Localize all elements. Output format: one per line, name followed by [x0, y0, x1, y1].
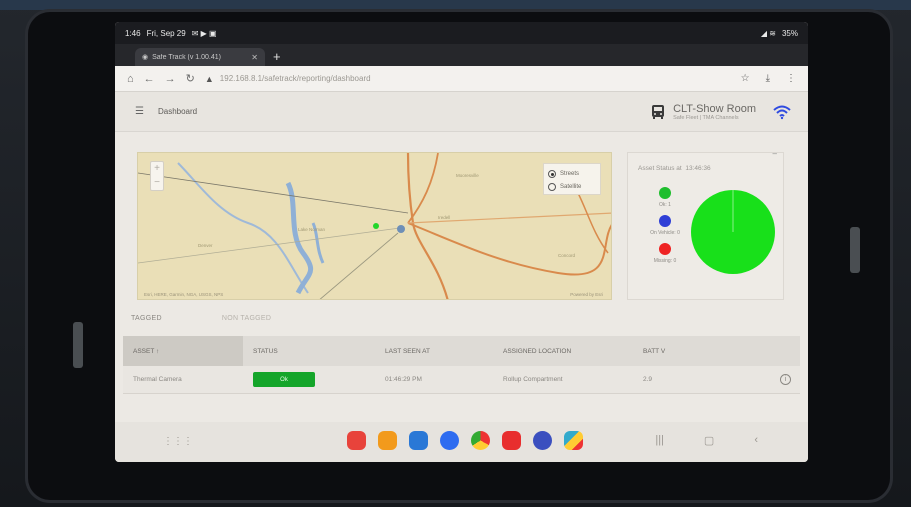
legend-missing-dot [659, 243, 671, 255]
bus-icon [652, 104, 665, 119]
bookmark-star-icon[interactable]: ☆ [741, 73, 750, 84]
clock-time: 1:46 [125, 28, 141, 38]
asset-status-time: 13:46:36 [685, 165, 711, 172]
legend-missing: Missing: 0 [640, 243, 690, 264]
address-bar[interactable]: ▲ 192.168.8.1/safetrack/reporting/dashbo… [205, 70, 731, 88]
menu-icon[interactable]: ☰ [135, 106, 144, 117]
page-title: Dashboard [157, 107, 198, 116]
location-name: CLT-Show Room [673, 102, 756, 115]
clock-date: Fri, Sep 29 [146, 28, 186, 38]
layer-option-streets[interactable]: Streets [548, 167, 596, 180]
wifi-icon [773, 105, 791, 119]
collapse-icon[interactable]: – [773, 149, 777, 158]
back-nav-icon[interactable]: ‹ [754, 434, 758, 447]
signal-icon: ◢ ≋ [760, 28, 776, 38]
forward-icon[interactable]: → [165, 73, 176, 85]
close-tab-icon[interactable]: ✕ [251, 53, 258, 62]
reload-icon[interactable]: ↻ [186, 72, 195, 85]
recents-icon[interactable]: ||| [655, 434, 664, 447]
column-assigned-location[interactable]: ASSIGNED LOCATION [491, 348, 631, 355]
layer-option-satellite[interactable]: Satellite [548, 180, 596, 193]
app-dock [347, 431, 583, 450]
map-marker-vehicle [397, 225, 405, 233]
zoom-in-button[interactable]: + [151, 162, 163, 176]
asset-location-dot [373, 223, 379, 229]
gallery-app-icon[interactable] [409, 431, 428, 450]
radio-streets[interactable] [548, 169, 556, 178]
cell-assigned-location: Rollup Compartment [503, 376, 563, 383]
column-asset[interactable]: ASSET ↑ [123, 336, 243, 366]
url-text: 192.168.8.1/safetrack/reporting/dashboar… [219, 74, 371, 83]
tab-tagged[interactable]: TAGGED [131, 315, 162, 333]
tab-non-tagged[interactable]: NON TAGGED [222, 315, 271, 333]
notification-icons: ✉ ▶ ▣ [191, 28, 217, 38]
system-navigation-bar: ⋮⋮⋮ ||| ▢ ‹ [115, 422, 808, 462]
camera-app-icon[interactable] [533, 431, 552, 450]
warning-icon: ▲ [204, 73, 214, 84]
map-layer-switcher: Streets Satellite [543, 163, 601, 195]
map-place-label: Iredell [438, 215, 451, 220]
browser-tab-strip: ◉ Safe Track (v 1.00.41) ✕ + [115, 44, 808, 66]
radio-satellite[interactable] [548, 182, 556, 191]
column-status[interactable]: STATUS [243, 348, 373, 355]
map-attribution: Esri, HERE, Garmin, NGA, USGS, NPS [144, 292, 224, 297]
tablet-side-button [850, 227, 860, 273]
app-header: ☰ Dashboard CLT-Show Room Safe Fleet | T… [115, 92, 808, 132]
browser-toolbar: ⌂ ← → ↻ ▲ 192.168.8.1/safetrack/reportin… [115, 66, 808, 92]
system-status-bar: 1:46 Fri, Sep 29 ✉ ▶ ▣ ◢ ≋ 35% [115, 22, 808, 44]
chat-app-icon[interactable] [440, 431, 459, 450]
chrome-app-icon[interactable] [471, 431, 490, 450]
asset-status-title: Asset Status at 13:46:36 [638, 165, 711, 172]
tab-title: Safe Track (v 1.00.41) [152, 53, 221, 61]
map-place-label: Concord [558, 253, 576, 258]
legend-ok: Ok: 1 [640, 187, 690, 208]
asset-status-pie-chart [691, 190, 775, 274]
new-tab-button[interactable]: + [273, 49, 281, 64]
asset-table: ASSET ↑ STATUS LAST SEEN AT ASSIGNED LOC… [123, 336, 800, 394]
location-subtitle: Safe Fleet | TMA Channels [673, 114, 739, 121]
map-credit[interactable]: Powered by Esri [570, 292, 603, 297]
zoom-out-button[interactable]: − [151, 176, 163, 190]
legend-ok-dot [659, 187, 671, 199]
map-place-label: Lake Norman [298, 227, 326, 232]
map-place-label: Mooresville [456, 173, 479, 178]
map-roads [138, 153, 611, 299]
asset-status-panel: – Asset Status at 13:46:36 Ok: 1 On Vehi… [627, 149, 784, 300]
home-nav-icon[interactable]: ▢ [704, 434, 714, 447]
home-icon[interactable]: ⌂ [127, 73, 134, 85]
column-last-seen[interactable]: LAST SEEN AT [373, 348, 491, 355]
cell-batt: 2.9 [643, 376, 653, 383]
map-place-label: Denver [198, 243, 213, 248]
browser-tab[interactable]: ◉ Safe Track (v 1.00.41) ✕ [135, 48, 265, 66]
battery-level: 35% [781, 28, 798, 38]
table-header: ASSET ↑ STATUS LAST SEEN AT ASSIGNED LOC… [123, 336, 800, 366]
photo-background: 1:46 Fri, Sep 29 ✉ ▶ ▣ ◢ ≋ 35% ◉ Safe Tr… [0, 0, 911, 507]
map-view[interactable]: Lake Norman Mooresville Iredell Denver C… [137, 152, 612, 300]
info-icon[interactable]: i [780, 374, 791, 385]
messages-app-icon[interactable] [347, 431, 366, 450]
cell-asset: Thermal Camera [133, 376, 182, 383]
notes-app-icon[interactable] [378, 431, 397, 450]
download-icon[interactable]: ⤓ [766, 73, 770, 84]
globe-icon: ◉ [142, 54, 149, 61]
column-batt[interactable]: BATT V [631, 348, 771, 355]
cell-last-seen: 01:46:29 PM [385, 376, 422, 383]
legend-on-vehicle-dot [659, 215, 671, 227]
more-menu-icon[interactable]: ⋮ [786, 73, 796, 84]
status-badge: Ok [253, 372, 315, 387]
app-drawer-icon[interactable]: ⋮⋮⋮ [163, 436, 193, 447]
tablet-side-button-left [73, 322, 83, 368]
table-row[interactable]: Thermal Camera Ok 01:46:29 PM Rollup Com… [123, 366, 800, 394]
dashboard-panel: Lake Norman Mooresville Iredell Denver C… [115, 132, 808, 312]
location-selector[interactable]: CLT-Show Room Safe Fleet | TMA Channels [651, 103, 792, 121]
tablet-screen: 1:46 Fri, Sep 29 ✉ ▶ ▣ ◢ ≋ 35% ◉ Safe Tr… [115, 22, 808, 462]
map-zoom-control: + − [150, 161, 164, 191]
legend-on-vehicle: On Vehicle: 0 [640, 215, 690, 236]
youtube-app-icon[interactable] [502, 431, 521, 450]
play-store-app-icon[interactable] [564, 431, 583, 450]
back-icon[interactable]: ← [144, 73, 155, 85]
asset-type-tabs: TAGGED NON TAGGED [115, 315, 808, 333]
